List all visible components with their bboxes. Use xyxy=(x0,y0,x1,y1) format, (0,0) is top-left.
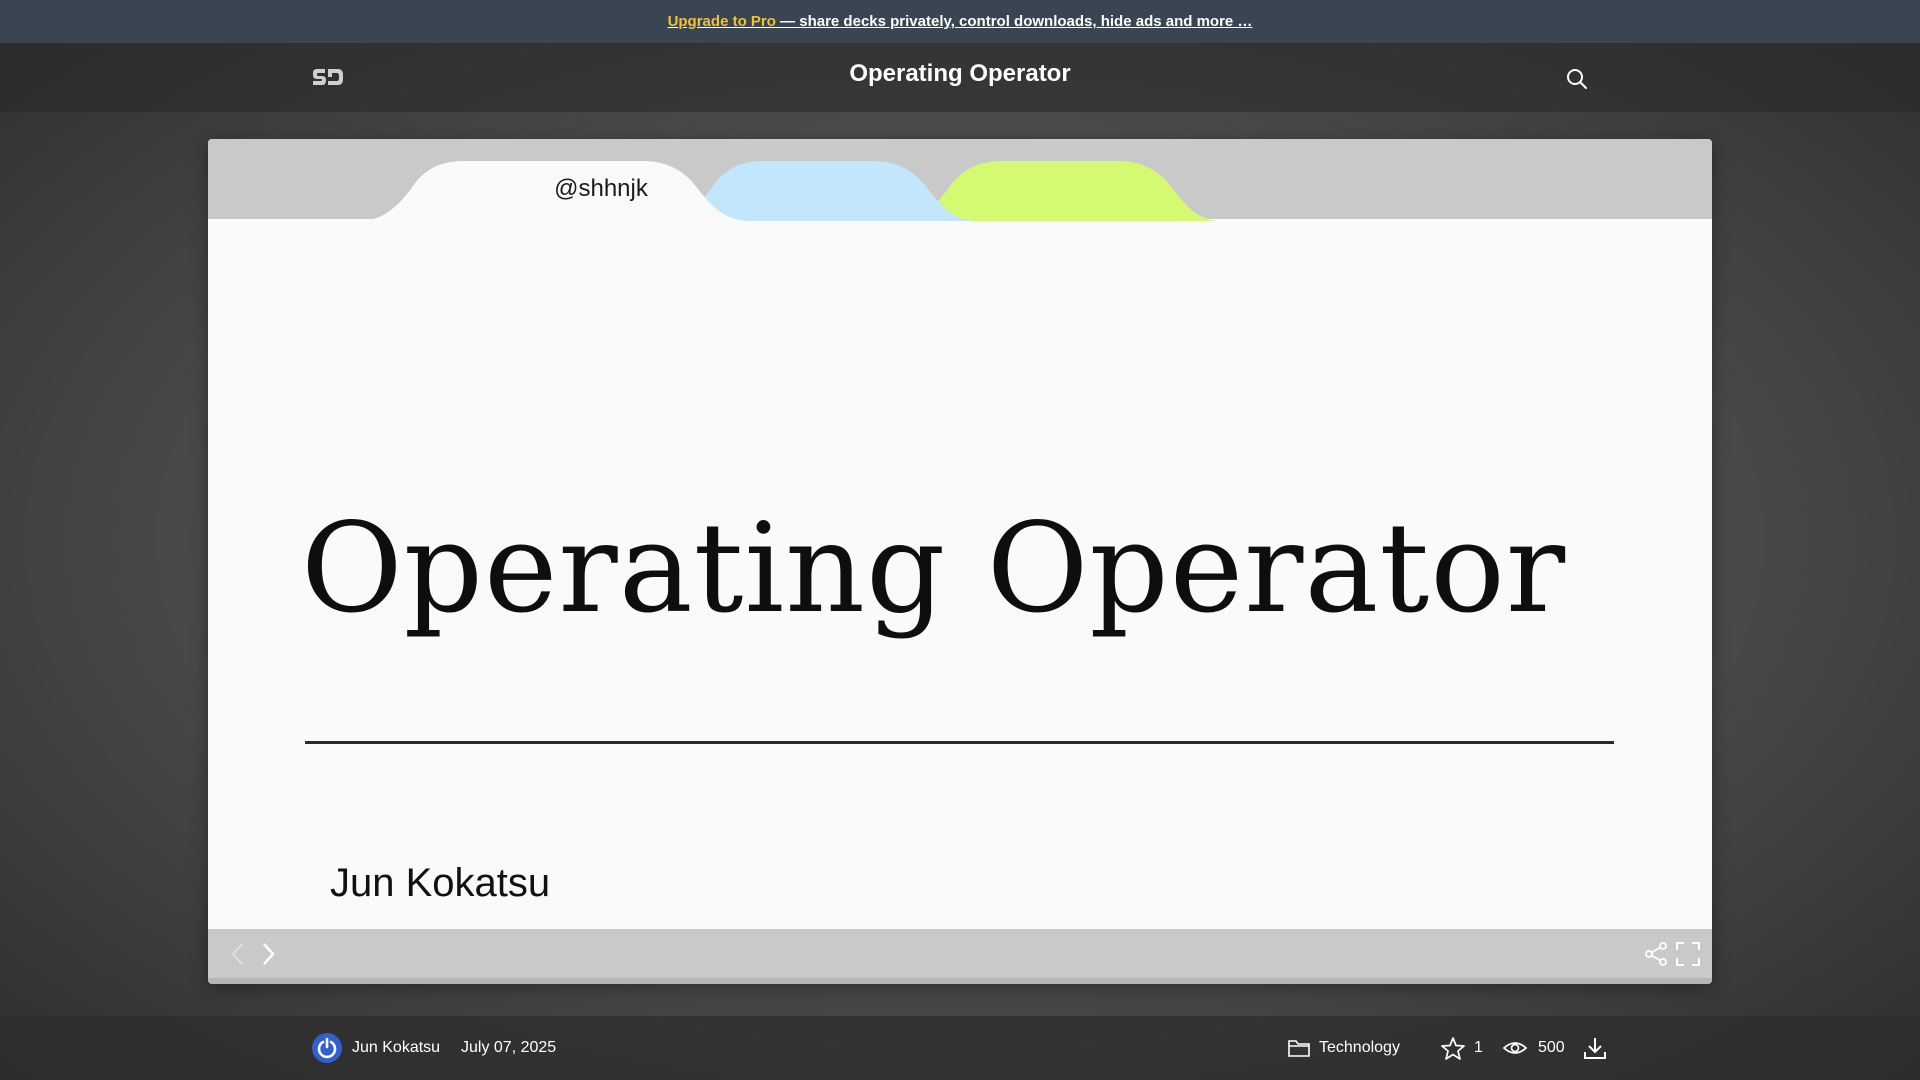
promo-banner: Upgrade to Pro — share decks privately, … xyxy=(0,0,1920,43)
folder-icon xyxy=(1288,1040,1310,1057)
slide-handle: @shhnjk xyxy=(554,175,648,202)
fullscreen-icon[interactable] xyxy=(1675,941,1701,972)
category-link[interactable]: Technology xyxy=(1287,1016,1400,1080)
search-icon[interactable] xyxy=(1565,67,1589,91)
slide-progress-bar[interactable] xyxy=(208,978,1712,984)
upgrade-description[interactable]: — share decks privately, control downloa… xyxy=(776,13,1252,30)
category-label[interactable]: Technology xyxy=(1319,1039,1400,1057)
star-count: 1 xyxy=(1474,1039,1483,1056)
upgrade-to-pro-label[interactable]: Upgrade to Pro xyxy=(668,13,776,30)
chevron-left-icon[interactable] xyxy=(228,941,248,972)
view-counter: 500 xyxy=(1502,1016,1565,1080)
chevron-right-icon[interactable] xyxy=(258,941,278,972)
site-header: Operating Operator xyxy=(0,43,1920,112)
share-icon[interactable] xyxy=(1643,941,1669,972)
star-button[interactable]: 1 xyxy=(1440,1016,1483,1080)
title-divider xyxy=(305,741,1614,744)
slide-title: Operating Operator xyxy=(301,497,1567,641)
slide-viewer[interactable]: @shhnjk Operating Operator Jun Kokatsu xyxy=(208,139,1712,984)
slide-tabs xyxy=(360,161,1218,221)
author-link[interactable]: Jun Kokatsu xyxy=(312,1016,440,1080)
view-count: 500 xyxy=(1538,1039,1565,1056)
slide[interactable]: @shhnjk Operating Operator Jun Kokatsu xyxy=(208,139,1712,929)
avatar[interactable] xyxy=(312,1033,342,1063)
eye-icon xyxy=(1502,1042,1528,1054)
deck-footer: Jun Kokatsu July 07, 2025 Technology 1 5… xyxy=(0,1016,1920,1080)
publish-date: July 07, 2025 xyxy=(461,1039,557,1056)
star-icon[interactable] xyxy=(1440,1036,1466,1060)
slide-controls xyxy=(208,929,1712,978)
upgrade-link[interactable]: Upgrade to Pro — share decks privately, … xyxy=(668,13,1253,30)
download-icon[interactable] xyxy=(1582,1016,1608,1080)
slide-author: Jun Kokatsu xyxy=(330,861,551,905)
author-name[interactable]: Jun Kokatsu xyxy=(352,1039,440,1057)
deck-title: Operating Operator xyxy=(849,60,1071,87)
